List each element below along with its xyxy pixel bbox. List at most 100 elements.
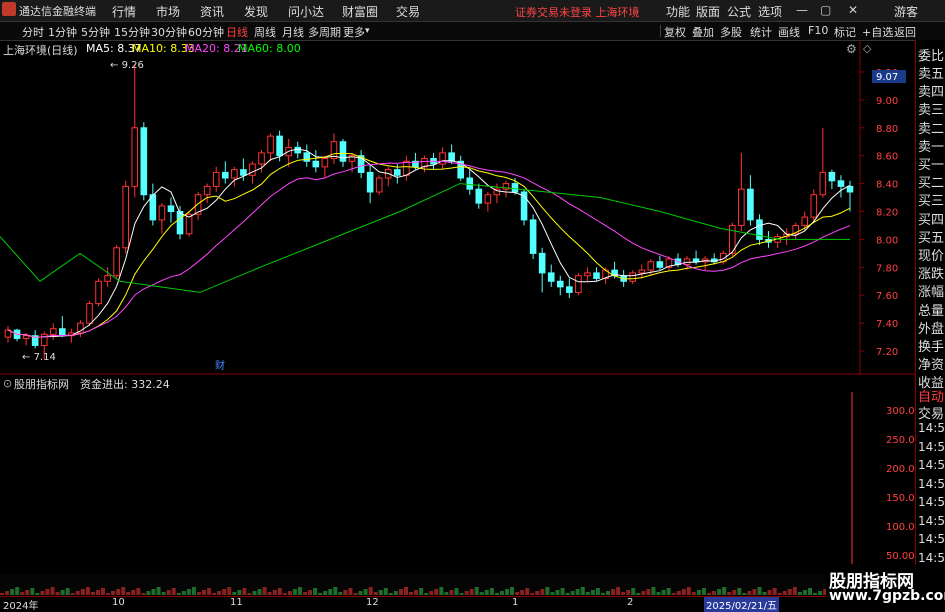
candle-body[interactable] (747, 188, 754, 221)
candle-body[interactable] (394, 169, 401, 176)
period-60min[interactable]: 60分钟 (188, 24, 224, 40)
menu-quotes[interactable]: 行情 (112, 3, 136, 20)
period-5min[interactable]: 5分钟 (81, 24, 110, 40)
candle-body[interactable] (692, 258, 700, 263)
candle-body[interactable] (375, 177, 383, 193)
candle-body[interactable] (212, 171, 220, 187)
period-monthly[interactable]: 月线 (282, 24, 304, 40)
menu-discover[interactable]: 发现 (244, 3, 268, 20)
candle-body[interactable] (819, 171, 827, 196)
close-icon[interactable]: ✕ (848, 3, 858, 17)
candle-body[interactable] (575, 275, 582, 293)
candle-body[interactable] (566, 286, 573, 293)
candle-body[interactable] (276, 135, 283, 157)
menu-options[interactable]: 选项 (758, 3, 782, 20)
indicator-chart[interactable]: 300.0 250.0 200.0 150.0 100.0 50.00 (0, 374, 915, 574)
menu-assistant[interactable]: 问小达 (288, 3, 324, 20)
mark-button[interactable]: 标记 (834, 24, 856, 40)
menu-wealth[interactable]: 财富圈 (342, 3, 378, 20)
candle-body[interactable] (131, 127, 139, 187)
candle-body[interactable] (366, 171, 374, 193)
menu-market[interactable]: 市场 (156, 3, 180, 20)
candle-body[interactable] (49, 328, 57, 335)
candle-body[interactable] (810, 194, 818, 218)
candle-body[interactable] (593, 272, 600, 279)
candle-body[interactable] (584, 272, 591, 277)
candle-body[interactable] (203, 185, 211, 196)
candle-body[interactable] (122, 185, 129, 249)
candle-body[interactable] (22, 335, 30, 339)
draw-line-button[interactable]: 画线 (778, 24, 800, 40)
candle-body[interactable] (59, 328, 66, 337)
candle-body[interactable] (113, 247, 120, 277)
menu-trade[interactable]: 交易 (396, 3, 420, 20)
candle-body[interactable] (484, 194, 492, 204)
candle-body[interactable] (801, 216, 809, 226)
candle-body[interactable] (439, 152, 446, 165)
stats-button[interactable]: 统计 (750, 24, 772, 40)
candle-body[interactable] (86, 303, 93, 324)
candle-body[interactable] (95, 280, 102, 305)
candle-body[interactable] (158, 205, 166, 221)
menu-news[interactable]: 资讯 (200, 3, 224, 20)
candle-body[interactable] (846, 185, 854, 193)
menu-function[interactable]: 功能 (666, 3, 690, 20)
candle-body[interactable] (267, 135, 274, 154)
rp-trade[interactable]: 交易 (918, 403, 944, 422)
candle-body[interactable] (40, 333, 48, 346)
candle-body[interactable] (176, 211, 184, 235)
candle-body[interactable] (647, 261, 655, 271)
candle-body[interactable] (448, 152, 455, 162)
candle-body[interactable] (258, 152, 265, 165)
f10-button[interactable]: F10 (808, 24, 828, 37)
finance-event-marker[interactable]: 财 (215, 359, 225, 372)
chevron-down-icon[interactable]: ▾ (365, 26, 370, 36)
maximize-icon[interactable]: ▢ (820, 3, 831, 17)
candle-body[interactable] (547, 272, 555, 282)
candle-body[interactable] (403, 160, 410, 176)
period-weekly[interactable]: 周线 (254, 24, 276, 40)
candle-body[interactable] (466, 177, 474, 190)
add-watchlist-button[interactable]: +自选 (862, 24, 893, 40)
candle-body[interactable] (529, 219, 537, 254)
candle-body[interactable] (756, 219, 763, 240)
candle-body[interactable] (140, 127, 148, 196)
candle-body[interactable] (837, 180, 845, 187)
period-30min[interactable]: 30分钟 (151, 24, 187, 40)
candle-body[interactable] (104, 275, 111, 282)
user-guest[interactable]: 游客 (894, 3, 918, 20)
candle-body[interactable] (221, 171, 229, 179)
settings-gear-icon[interactable]: ⚙ (846, 42, 857, 56)
menu-layout[interactable]: 版面 (696, 3, 720, 20)
overlay-button[interactable]: 叠加 (692, 24, 714, 40)
candle-body[interactable] (511, 183, 519, 193)
login-alert[interactable]: 证券交易未登录 上海环境 (515, 4, 640, 20)
multi-stock-button[interactable]: 多股 (720, 24, 742, 40)
candle-body[interactable] (556, 280, 564, 288)
menu-formula[interactable]: 公式 (727, 3, 751, 20)
indicator-toggle-icon[interactable]: ⊙ (3, 377, 12, 390)
candle-body[interactable] (167, 205, 175, 213)
candle-body[interactable] (249, 163, 256, 176)
back-button[interactable]: 返回 (894, 24, 916, 40)
adjust-button[interactable]: 复权 (664, 24, 686, 40)
period-timeshare[interactable]: 分时 (22, 24, 44, 40)
candle-body[interactable] (656, 261, 664, 268)
period-daily[interactable]: 日线 (226, 24, 248, 40)
minimize-icon[interactable]: — (796, 3, 808, 17)
period-more[interactable]: 更多 (343, 24, 365, 40)
candle-body[interactable] (294, 146, 302, 154)
candle-body[interactable] (828, 171, 836, 182)
period-multi[interactable]: 多周期 (308, 24, 341, 40)
overview-strip[interactable] (0, 575, 915, 595)
candle-body[interactable] (738, 188, 745, 226)
candle-body[interactable] (629, 272, 637, 282)
candle-body[interactable] (475, 188, 483, 204)
period-1min[interactable]: 1分钟 (48, 24, 77, 40)
candle-body[interactable] (312, 160, 320, 168)
candle-body[interactable] (638, 269, 646, 274)
period-15min[interactable]: 15分钟 (114, 24, 150, 40)
kline-chart[interactable]: 9.209.008.808.608.408.208.007.807.607.40… (0, 40, 915, 375)
candle-body[interactable] (321, 157, 329, 168)
collapse-icon[interactable]: ◇ (863, 42, 871, 55)
